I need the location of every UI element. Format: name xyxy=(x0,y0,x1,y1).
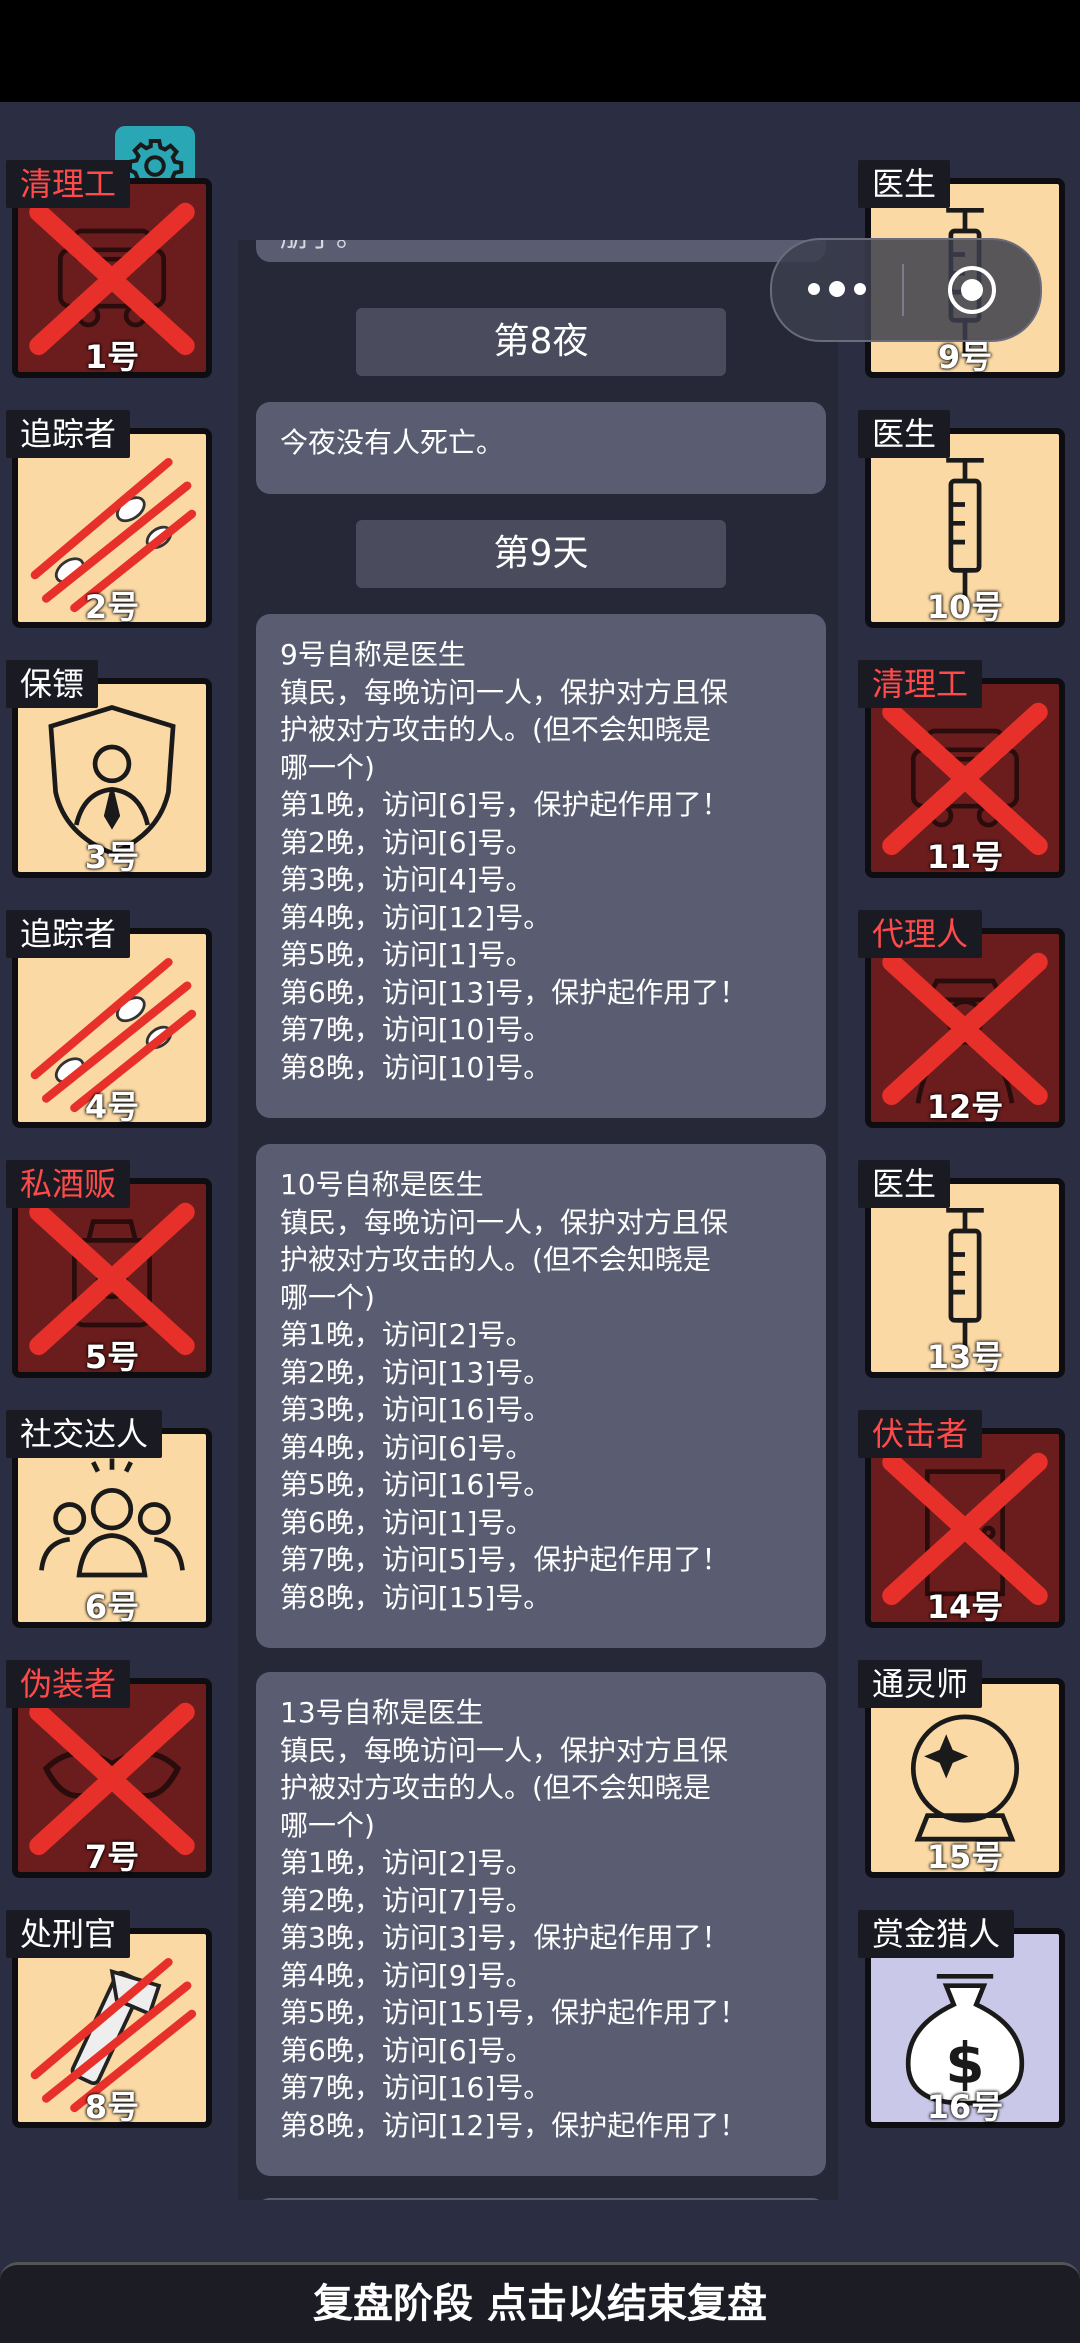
role-label: 伪装者 xyxy=(6,1660,131,1708)
player-number: 13号 xyxy=(926,1338,1004,1376)
night-8-title: 第8夜 xyxy=(493,321,589,362)
claim-line: 第1晚，访问[2]号。 xyxy=(280,1318,534,1351)
claim-line: 护被对方攻击的人。(但不会知晓是 xyxy=(280,1243,711,1276)
player-number: 11号 xyxy=(926,838,1004,876)
claim-line: 第6晚，访问[6]号。 xyxy=(280,2033,534,2067)
player-number: 6号 xyxy=(84,1588,140,1626)
role-label: 通灵师 xyxy=(858,1660,983,1708)
claim-line: 第6晚，访问[13]号，保护起作用了！ xyxy=(280,975,748,1009)
claim-line: 第7晚，访问[10]号。 xyxy=(280,1013,552,1046)
night-8-header: 第8夜 xyxy=(356,308,726,376)
player-number: 7号 xyxy=(84,1838,140,1876)
claim-message: 13号自称是医生镇民，每晚访问一人，保护对方且保 护被对方攻击的人。(但不会知晓是… xyxy=(256,1672,826,2176)
claim-line: 哪一个) xyxy=(280,1280,375,1314)
role-label: 保镖 xyxy=(6,660,99,708)
claim-line: 护被对方攻击的人。(但不会知晓是 xyxy=(280,713,711,746)
claim-title: 10号自称是医生 xyxy=(280,1168,484,1201)
player-number: 2号 xyxy=(84,588,140,626)
claim-line: 第2晚，访问[6]号。 xyxy=(280,825,534,859)
player-number: 16号 xyxy=(926,2088,1004,2126)
partial-message: 朋了。 xyxy=(256,240,826,262)
event-log[interactable]: 朋了。 第8夜 今夜没有人死亡。 第9天 9号自称是医生镇民，每晚访问一人，保护… xyxy=(238,240,838,2200)
claim-line: 第3晚，访问[3]号，保护起作用了！ xyxy=(280,1921,730,1954)
role-label: 赏金猎人 xyxy=(858,1910,1015,1958)
player-number: 15号 xyxy=(926,1838,1004,1876)
next-message-partial xyxy=(256,2198,826,2200)
claim-message: 9号自称是医生镇民，每晚访问一人，保护对方且保 护被对方攻击的人。(但不会知晓是哪… xyxy=(256,614,826,1118)
claim-line: 哪一个) xyxy=(280,1808,375,1842)
player-number: 1号 xyxy=(84,338,140,376)
role-label: 医生 xyxy=(858,410,951,458)
role-label: 追踪者 xyxy=(6,410,131,458)
claim-line: 第4晚，访问[6]号。 xyxy=(280,1430,534,1464)
player-number: 10号 xyxy=(926,588,1004,626)
role-label: 追踪者 xyxy=(6,910,131,958)
day-9-header: 第9天 xyxy=(356,520,726,588)
player-number: 4号 xyxy=(84,1088,140,1126)
more-menu-button[interactable] xyxy=(772,281,902,297)
role-label: 清理工 xyxy=(6,160,131,208)
player-number: 14号 xyxy=(926,1588,1004,1626)
role-label: 医生 xyxy=(858,160,951,208)
night-8-message: 今夜没有人死亡。 xyxy=(256,402,826,494)
claim-line: 第5晚，访问[16]号。 xyxy=(280,1468,552,1501)
claim-line: 第2晚，访问[13]号。 xyxy=(280,1355,552,1389)
role-label: 清理工 xyxy=(858,660,983,708)
claim-line: 第8晚，访问[15]号。 xyxy=(280,1580,552,1614)
claim-line: 第8晚，访问[12]号，保护起作用了！ xyxy=(280,2108,748,2142)
claim-line: 哪一个) xyxy=(280,750,375,784)
end-review-button[interactable]: 复盘阶段 点击以结束复盘 xyxy=(0,2262,1080,2343)
mini-program-capsule xyxy=(770,238,1042,342)
day-9-title: 第9天 xyxy=(493,533,589,574)
claim-line: 第3晚，访问[4]号。 xyxy=(280,863,534,896)
claim-line: 第7晚，访问[16]号。 xyxy=(280,2071,552,2104)
claim-line: 第8晚，访问[10]号。 xyxy=(280,1050,552,1084)
night-8-text: 今夜没有人死亡。 xyxy=(280,426,505,459)
claim-line: 第6晚，访问[1]号。 xyxy=(280,1505,534,1539)
claim-line: 第5晚，访问[15]号，保护起作用了！ xyxy=(280,1996,748,2029)
partial-message-text: 朋了。 xyxy=(280,240,802,256)
target-close-icon xyxy=(948,266,996,314)
claim-line: 第5晚，访问[1]号。 xyxy=(280,938,534,971)
claim-line: 镇民，每晚访问一人，保护对方且保 xyxy=(280,1205,729,1239)
player-number: 3号 xyxy=(84,838,140,876)
claim-line: 第3晚，访问[16]号。 xyxy=(280,1393,552,1426)
end-review-label: 复盘阶段 点击以结束复盘 xyxy=(313,2281,767,2327)
claim-line: 第1晚，访问[2]号。 xyxy=(280,1846,534,1879)
role-label: 社交达人 xyxy=(6,1410,163,1458)
player-number: 12号 xyxy=(926,1088,1004,1126)
claim-line: 护被对方攻击的人。(但不会知晓是 xyxy=(280,1771,711,1804)
claim-line: 第2晚，访问[7]号。 xyxy=(280,1883,534,1917)
claim-message: 10号自称是医生镇民，每晚访问一人，保护对方且保 护被对方攻击的人。(但不会知晓是… xyxy=(256,1144,826,1648)
role-label: 私酒贩 xyxy=(6,1160,131,1208)
claim-line: 镇民，每晚访问一人，保护对方且保 xyxy=(280,675,729,709)
player-number: 8号 xyxy=(84,2088,140,2126)
claim-line: 第1晚，访问[6]号，保护起作用了！ xyxy=(280,788,730,821)
claim-line: 第4晚，访问[9]号。 xyxy=(280,1958,534,1992)
role-label: 处刑官 xyxy=(6,1910,131,1958)
claim-line: 第7晚，访问[5]号，保护起作用了！ xyxy=(280,1543,730,1576)
role-label: 伏击者 xyxy=(858,1410,983,1458)
close-miniprogram-button[interactable] xyxy=(904,262,1040,318)
role-label: 代理人 xyxy=(858,910,983,958)
claim-title: 9号自称是医生 xyxy=(280,638,466,671)
claim-line: 镇民，每晚访问一人，保护对方且保 xyxy=(280,1733,729,1767)
player-number: 5号 xyxy=(84,1338,140,1376)
game-screen: 清理工 1号 追踪者 2号 保镖 3号 追踪者 4号 私酒贩 5号 社交达人 6号 伪装者 7号 处刑官 8号… xyxy=(0,102,1080,2340)
claim-line: 第4晚，访问[12]号。 xyxy=(280,900,552,934)
claim-title: 13号自称是医生 xyxy=(280,1696,484,1729)
role-label: 医生 xyxy=(858,1160,951,1208)
